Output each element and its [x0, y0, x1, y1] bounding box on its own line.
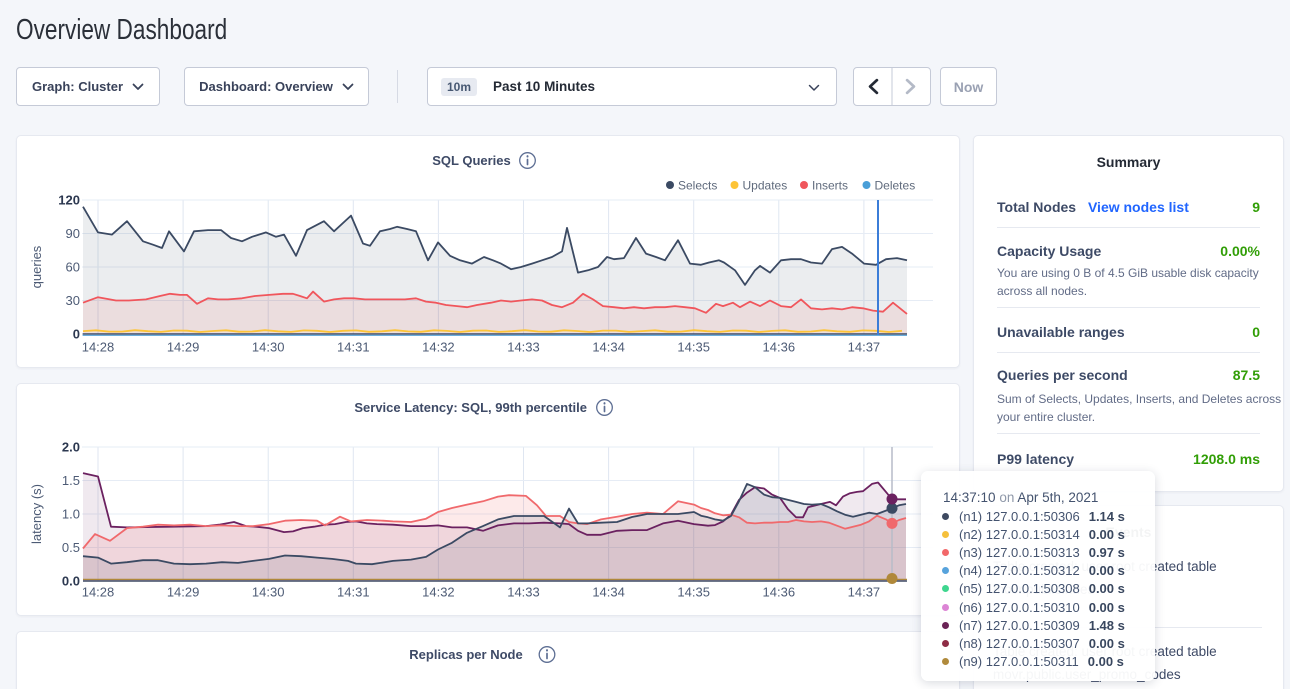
svg-text:14:29: 14:29	[167, 340, 200, 355]
svg-text:14:33: 14:33	[507, 340, 540, 355]
svg-text:0.0: 0.0	[62, 574, 80, 589]
svg-text:14:34: 14:34	[592, 340, 625, 355]
svg-text:14:30: 14:30	[252, 340, 285, 355]
svg-text:14:30: 14:30	[252, 585, 285, 600]
svg-text:Deletes: Deletes	[875, 179, 916, 193]
svg-text:Replicas per Node: Replicas per Node	[409, 647, 522, 662]
svg-text:Updates: Updates	[743, 179, 788, 193]
svg-text:14:33: 14:33	[507, 585, 540, 600]
svg-text:60: 60	[66, 260, 80, 275]
svg-text:14:31: 14:31	[337, 585, 370, 600]
svg-text:Inserts: Inserts	[812, 179, 848, 193]
svg-text:1.0: 1.0	[62, 507, 80, 522]
svg-text:14:35: 14:35	[677, 340, 710, 355]
svg-text:1.5: 1.5	[62, 473, 80, 488]
svg-text:14:28: 14:28	[82, 340, 115, 355]
svg-text:14:31: 14:31	[337, 340, 370, 355]
svg-text:14:37: 14:37	[848, 340, 881, 355]
svg-text:14:28: 14:28	[82, 585, 115, 600]
svg-text:Selects: Selects	[678, 179, 717, 193]
svg-text:90: 90	[66, 226, 80, 241]
svg-text:latency (s): latency (s)	[29, 484, 44, 544]
svg-text:14:36: 14:36	[763, 585, 796, 600]
svg-text:2.0: 2.0	[62, 440, 80, 455]
svg-text:120: 120	[58, 193, 80, 208]
svg-text:30: 30	[66, 293, 80, 308]
svg-text:14:35: 14:35	[677, 585, 710, 600]
svg-text:14:32: 14:32	[422, 340, 455, 355]
svg-text:0: 0	[73, 327, 80, 342]
svg-text:14:34: 14:34	[592, 585, 625, 600]
svg-text:14:37: 14:37	[848, 585, 881, 600]
svg-text:14:32: 14:32	[422, 585, 455, 600]
svg-text:queries: queries	[29, 245, 44, 288]
svg-text:0.5: 0.5	[62, 540, 80, 555]
svg-text:Service Latency: SQL, 99th per: Service Latency: SQL, 99th percentile	[354, 400, 587, 415]
svg-text:SQL Queries: SQL Queries	[432, 153, 511, 168]
svg-text:14:36: 14:36	[763, 340, 796, 355]
svg-text:14:29: 14:29	[167, 585, 200, 600]
